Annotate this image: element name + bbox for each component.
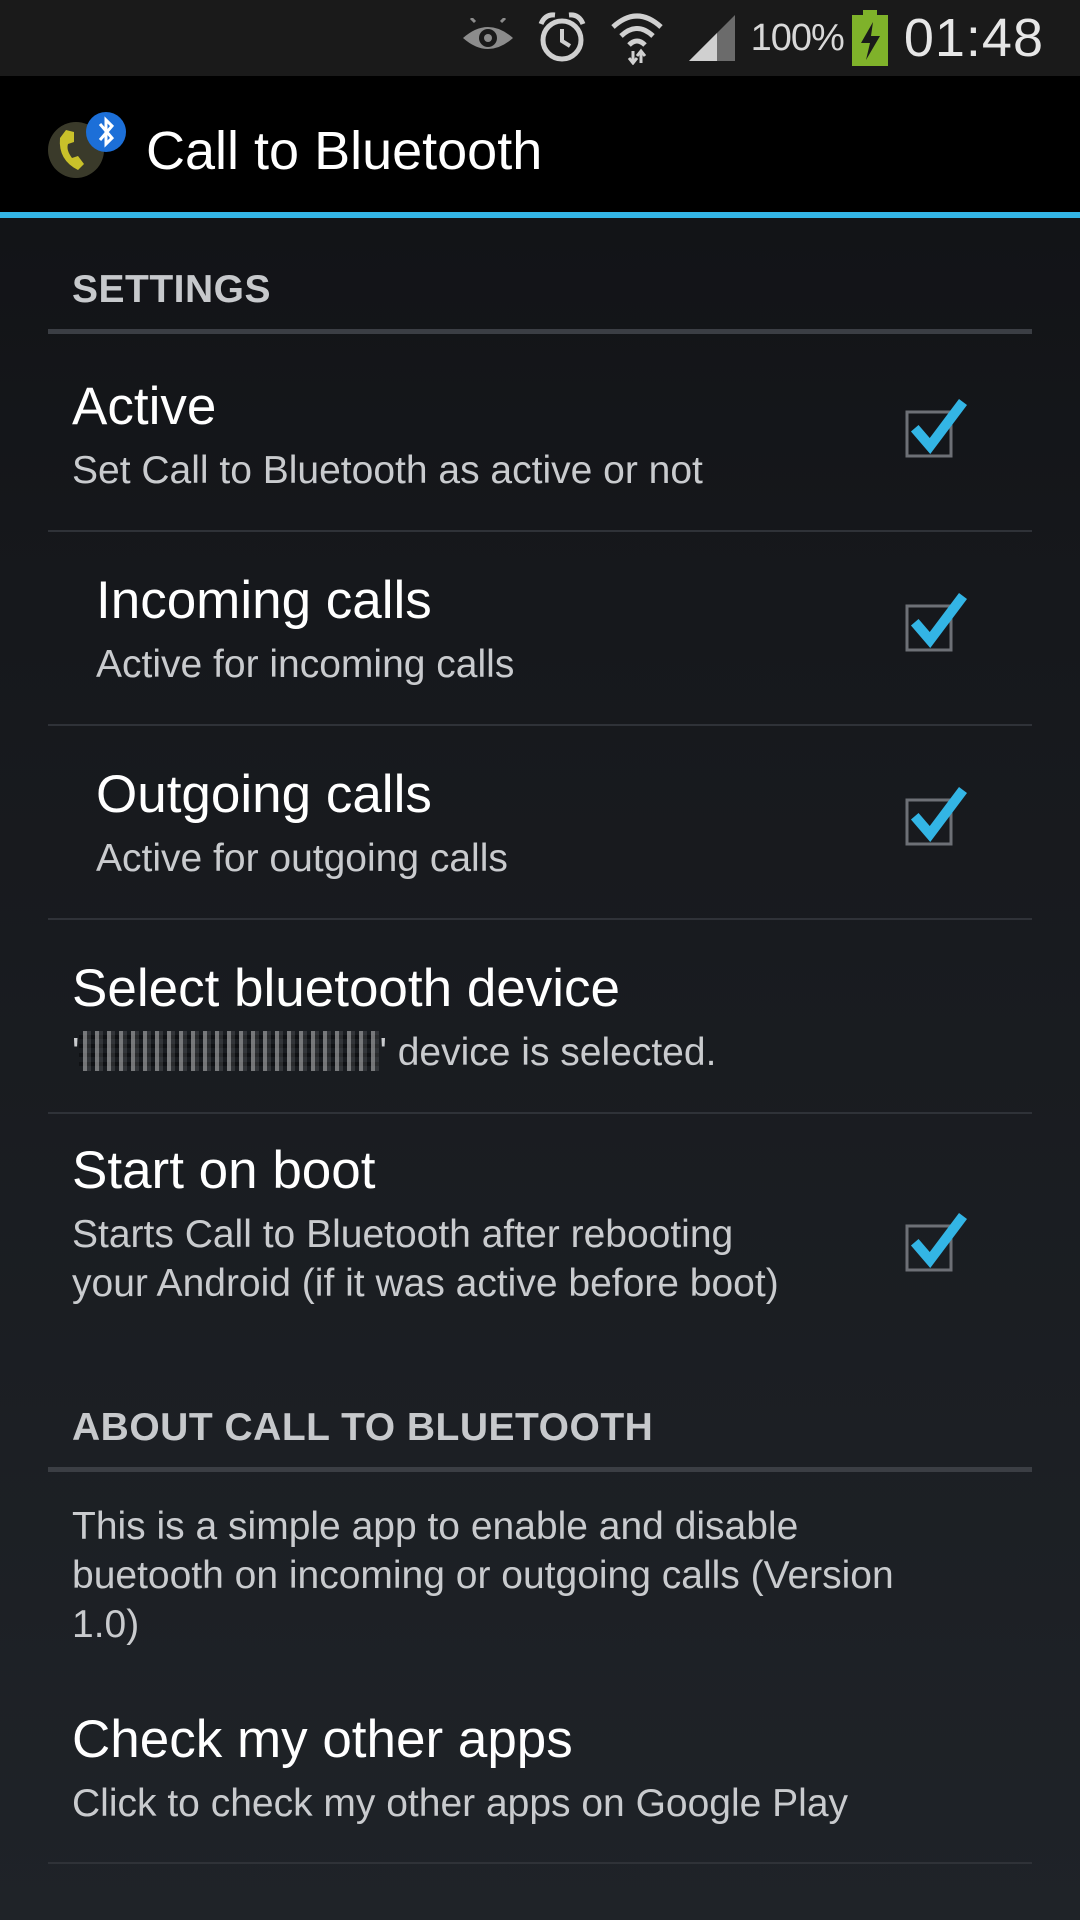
pref-summary: Active for outgoing calls bbox=[96, 837, 508, 880]
category-divider bbox=[48, 329, 1032, 334]
pref-summary: Starts Call to Bluetooth after rebooting… bbox=[72, 1213, 779, 1305]
summary-text: ' device is selected. bbox=[379, 1031, 717, 1074]
pref-title: Select bluetooth device bbox=[72, 959, 621, 1018]
incoming-calls-checkbox[interactable] bbox=[898, 586, 978, 666]
about-description: This is a simple app to enable and disab… bbox=[72, 1505, 894, 1646]
start-on-boot-checkbox[interactable] bbox=[898, 1206, 978, 1286]
row-divider bbox=[48, 918, 1032, 920]
phone-bluetooth-icon[interactable] bbox=[46, 110, 128, 184]
pref-title: Active bbox=[72, 377, 217, 436]
pref-title: Outgoing calls bbox=[96, 765, 432, 824]
pref-title: Incoming calls bbox=[96, 571, 432, 630]
pref-summary: ' ' device is selected. bbox=[72, 1028, 972, 1077]
quote-open: ' bbox=[72, 1031, 80, 1074]
about-category-header: ABOUT CALL TO BLUETOOTH bbox=[72, 1406, 654, 1449]
row-divider bbox=[48, 1862, 1032, 1864]
eye-icon bbox=[461, 18, 515, 58]
action-bar: Call to Bluetooth bbox=[0, 76, 1080, 216]
settings-category-header: SETTINGS bbox=[72, 268, 272, 311]
pref-title: Check my other apps bbox=[72, 1710, 573, 1769]
category-divider bbox=[48, 1467, 1032, 1472]
row-divider bbox=[48, 530, 1032, 532]
row-divider bbox=[48, 1112, 1032, 1114]
active-checkbox[interactable] bbox=[898, 392, 978, 472]
status-bar: 100% 01:48 bbox=[0, 0, 1080, 76]
signal-icon bbox=[687, 13, 737, 63]
alarm-icon bbox=[537, 12, 587, 64]
app-title: Call to Bluetooth bbox=[146, 121, 543, 181]
pref-summary: Click to check my other apps on Google P… bbox=[72, 1782, 849, 1825]
action-bar-divider bbox=[0, 212, 1080, 218]
pref-summary: Active for incoming calls bbox=[96, 643, 515, 686]
outgoing-calls-checkbox[interactable] bbox=[898, 780, 978, 860]
status-clock: 01:48 bbox=[903, 8, 1044, 68]
battery-percent: 100% bbox=[750, 16, 845, 59]
wifi-icon bbox=[609, 11, 665, 65]
pref-title: Start on boot bbox=[72, 1141, 376, 1200]
pref-summary: Set Call to Bluetooth as active or not bbox=[72, 449, 703, 492]
row-divider bbox=[48, 724, 1032, 726]
redacted-device-name bbox=[79, 1030, 380, 1071]
battery-charging-icon bbox=[851, 10, 888, 66]
